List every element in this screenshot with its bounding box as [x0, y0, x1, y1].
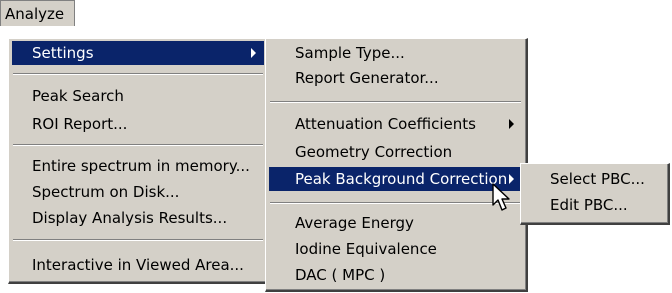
menu-item-peak-search-label: Peak Search — [32, 87, 124, 105]
menu-item-edit-pbc-label: Edit PBC... — [550, 196, 628, 214]
menu-item-settings-label: Settings — [32, 44, 94, 62]
menu-item-average-energy[interactable]: Average Energy — [269, 211, 522, 235]
menu-item-geometry-correction[interactable]: Geometry Correction — [269, 140, 522, 164]
menu-separator — [13, 73, 263, 75]
analyze-menu: Settings Peak Search ROI Report... Entir… — [8, 38, 270, 284]
menu-item-attenuation-coefficients-label: Attenuation Coefficients — [295, 115, 476, 133]
menu-item-roi-report-label: ROI Report... — [32, 115, 128, 133]
menu-item-iodine-equivalence[interactable]: Iodine Equivalence — [269, 237, 522, 261]
mouse-pointer-icon — [492, 183, 510, 211]
menubar-analyze-label: Analyze — [5, 5, 65, 23]
menu-item-report-generator[interactable]: Report Generator... — [269, 66, 522, 90]
submenu-arrow-icon — [251, 48, 256, 58]
submenu-arrow-icon — [509, 119, 514, 129]
menu-separator — [270, 101, 521, 103]
menu-item-average-energy-label: Average Energy — [295, 214, 414, 232]
menu-item-dac-mpc-label: DAC ( MPC ) — [295, 266, 386, 284]
menu-item-report-generator-label: Report Generator... — [295, 69, 439, 87]
menu-item-interactive-viewed-area-label: Interactive in Viewed Area... — [32, 256, 244, 274]
menu-item-entire-spectrum[interactable]: Entire spectrum in memory... — [12, 154, 264, 178]
menu-item-spectrum-on-disk[interactable]: Spectrum on Disk... — [12, 180, 264, 204]
menu-item-geometry-correction-label: Geometry Correction — [295, 143, 453, 161]
menu-item-dac-mpc[interactable]: DAC ( MPC ) — [269, 263, 522, 287]
menu-item-interactive-viewed-area[interactable]: Interactive in Viewed Area... — [12, 253, 264, 277]
menu-separator — [270, 202, 521, 204]
menu-item-display-analysis-results[interactable]: Display Analysis Results... — [12, 206, 264, 230]
settings-submenu: Sample Type... Report Generator... Atten… — [265, 38, 528, 292]
menu-item-sample-type[interactable]: Sample Type... — [269, 41, 522, 65]
menu-item-display-analysis-results-label: Display Analysis Results... — [32, 209, 228, 227]
menu-item-roi-report[interactable]: ROI Report... — [12, 112, 264, 136]
menu-item-select-pbc-label: Select PBC... — [550, 170, 645, 188]
menu-item-peak-background-correction[interactable]: Peak Background Correction — [269, 167, 522, 191]
menu-item-iodine-equivalence-label: Iodine Equivalence — [295, 240, 437, 258]
menu-separator — [13, 239, 263, 241]
menu-item-spectrum-on-disk-label: Spectrum on Disk... — [32, 183, 180, 201]
menu-item-entire-spectrum-label: Entire spectrum in memory... — [32, 157, 250, 175]
menu-item-peak-background-correction-label: Peak Background Correction — [295, 170, 508, 188]
menu-item-select-pbc[interactable]: Select PBC... — [524, 167, 664, 191]
menu-item-sample-type-label: Sample Type... — [295, 44, 405, 62]
menu-item-settings[interactable]: Settings — [12, 41, 264, 65]
menu-item-edit-pbc[interactable]: Edit PBC... — [524, 193, 664, 217]
menu-item-attenuation-coefficients[interactable]: Attenuation Coefficients — [269, 112, 522, 136]
menubar-analyze[interactable]: Analyze — [0, 0, 75, 26]
pbc-submenu: Select PBC... Edit PBC... — [520, 163, 670, 225]
menu-item-peak-search[interactable]: Peak Search — [12, 84, 264, 108]
menu-separator — [13, 144, 263, 146]
